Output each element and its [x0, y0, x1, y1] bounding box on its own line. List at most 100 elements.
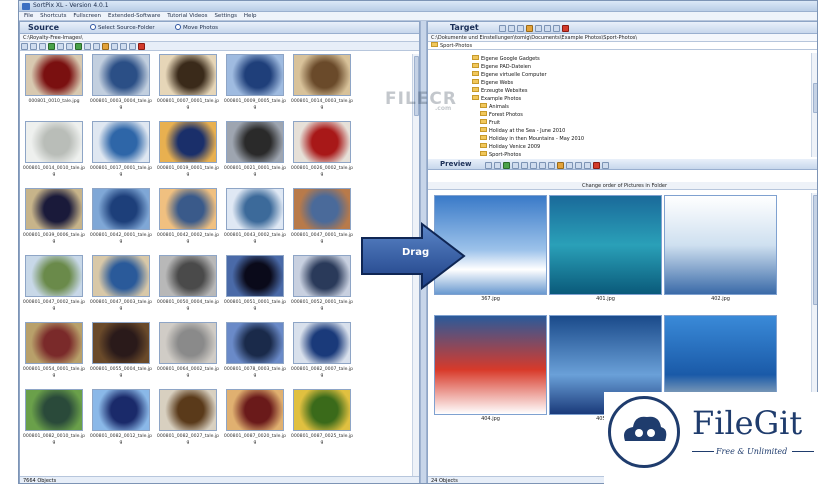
- list-icon[interactable]: [548, 162, 555, 169]
- source-thumbnail[interactable]: 000801_0051_0001_tale.jpg: [223, 255, 287, 319]
- source-thumbnail[interactable]: 000801_0007_0001_tale.jpg: [156, 54, 220, 118]
- menu-fullscreen[interactable]: Fullscreen: [73, 12, 101, 21]
- preview-scroll-thumb[interactable]: [813, 195, 817, 305]
- check-icon[interactable]: [485, 162, 492, 169]
- source-thumbnail[interactable]: 000801_0047_0003_tale.jpg: [89, 255, 153, 319]
- menu-shortcuts[interactable]: Shortcuts: [40, 12, 66, 21]
- new-folder-icon[interactable]: [499, 25, 506, 32]
- source-path[interactable]: C:\Royalty-Free-Images\: [20, 34, 419, 42]
- tree-node[interactable]: Animals: [480, 103, 509, 111]
- zoom-icon[interactable]: [84, 43, 91, 50]
- copy-icon[interactable]: [111, 43, 118, 50]
- uncheck-icon[interactable]: [494, 162, 501, 169]
- target-path[interactable]: C:\Dokumente und Einstellungen\tomlg\Doc…: [428, 34, 817, 42]
- tree-node[interactable]: Forest Photos: [480, 111, 523, 119]
- paste-icon[interactable]: [544, 25, 551, 32]
- source-thumbnail[interactable]: 000801_0087_0025_tale.jpg: [290, 389, 354, 453]
- list-icon[interactable]: [93, 43, 100, 50]
- tree-scrollbar[interactable]: [811, 53, 817, 157]
- paste-icon[interactable]: [575, 162, 582, 169]
- tree-node[interactable]: Erzeugte Websites: [472, 87, 527, 95]
- preview-item[interactable]: 404.jpg: [434, 315, 547, 430]
- undo-icon[interactable]: [553, 25, 560, 32]
- tree-node[interactable]: Eigene virtuelle Computer: [472, 71, 547, 79]
- source-thumbnail[interactable]: 000801_0043_0002_tale.jpg: [223, 188, 287, 252]
- thumbnail-caption: 000801_0051_0001_tale.jpg: [223, 300, 287, 311]
- source-thumbnail[interactable]: 000801_0042_0001_tale.jpg: [89, 188, 153, 252]
- forward-icon[interactable]: [530, 162, 537, 169]
- source-thumbnail[interactable]: 000801_0042_0002_tale.jpg: [156, 188, 220, 252]
- source-thumbnail[interactable]: 000801_0009_0005_tale.jpg: [223, 54, 287, 118]
- source-thumbnail[interactable]: 000801_0052_0001_tale.jpg: [290, 255, 354, 319]
- source-thumbnail[interactable]: 000801_0003_0004_tale.jpg: [89, 54, 153, 118]
- source-thumbnail[interactable]: 000801_0055_0004_tale.jpg: [89, 322, 153, 386]
- target-selected-folder[interactable]: Sport-Photos: [428, 42, 817, 50]
- delete-icon[interactable]: [138, 43, 145, 50]
- tree-node[interactable]: Example Photos: [472, 95, 521, 103]
- source-thumbnail[interactable]: 000801_0021_0001_tale.jpg: [223, 121, 287, 185]
- tree-node[interactable]: Holiday in then Mountains - May 2010: [480, 135, 584, 143]
- tree-node[interactable]: Eigene Webs: [472, 79, 513, 87]
- zoom-icon[interactable]: [539, 162, 546, 169]
- source-thumbnail[interactable]: 000801_0014_0010_tale.jpg: [22, 121, 86, 185]
- menu-settings[interactable]: Settings: [214, 12, 237, 21]
- source-thumbnail[interactable]: 000801_0082_0010_tale.jpg: [22, 389, 86, 453]
- source-thumbnail[interactable]: 000801_0039_0006_tale.jpg: [22, 188, 86, 252]
- back-icon[interactable]: [521, 162, 528, 169]
- uncheck-icon[interactable]: [30, 43, 37, 50]
- source-thumbnail[interactable]: 000801_0026_0002_tale.jpg: [290, 121, 354, 185]
- source-thumbnail[interactable]: 000801_0082_0007_tale.jpg: [290, 322, 354, 386]
- paste-icon[interactable]: [120, 43, 127, 50]
- copy-icon[interactable]: [566, 162, 573, 169]
- preview-item[interactable]: 401.jpg: [549, 195, 662, 310]
- delete-icon[interactable]: [593, 162, 600, 169]
- tree-node[interactable]: Holiday Venice 2009: [480, 143, 540, 151]
- select-source-folder-option[interactable]: Select Source-Folder: [90, 24, 155, 31]
- menu-tutorial-videos[interactable]: Tutorial Videos: [167, 12, 207, 21]
- folder-icon[interactable]: [557, 162, 564, 169]
- delete-icon[interactable]: [562, 25, 569, 32]
- grid-icon[interactable]: [39, 43, 46, 50]
- source-thumbnail[interactable]: 000801_0087_0020_tale.jpg: [223, 389, 287, 453]
- tree-node[interactable]: Eigene Google Gadgets: [472, 55, 540, 63]
- menu-help[interactable]: Help: [244, 12, 257, 21]
- tree-scroll-thumb[interactable]: [813, 83, 817, 113]
- folder-icon[interactable]: [102, 43, 109, 50]
- check-icon[interactable]: [21, 43, 28, 50]
- settings-icon[interactable]: [129, 43, 136, 50]
- rotate-icon[interactable]: [512, 162, 519, 169]
- refresh-icon[interactable]: [503, 162, 510, 169]
- rotate-icon[interactable]: [57, 43, 64, 50]
- tree-node[interactable]: Fruit: [480, 119, 500, 127]
- source-thumbnail[interactable]: 000801_0047_0002_tale.jpg: [22, 255, 86, 319]
- source-thumbnail[interactable]: 000801_0064_0002_tale.jpg: [156, 322, 220, 386]
- tree-node[interactable]: Eigene PAD-Dateien: [472, 63, 531, 71]
- menu-extended-software[interactable]: Extended-Software: [108, 12, 160, 21]
- source-thumbnail[interactable]: 000801_0082_0012_tale.jpg: [89, 389, 153, 453]
- source-thumbnail[interactable]: 000801_0019_0001_tale.jpg: [156, 121, 220, 185]
- source-thumbnail[interactable]: 000801_0014_0003_tale.jpg: [290, 54, 354, 118]
- refresh-icon[interactable]: [48, 43, 55, 50]
- folder-icon[interactable]: [526, 25, 533, 32]
- source-thumbnail[interactable]: 000801_0054_0001_tale.jpg: [22, 322, 86, 386]
- thumbnail-image: [25, 121, 83, 163]
- move-icon[interactable]: [508, 25, 515, 32]
- source-thumbnail[interactable]: 000801_0082_0027_tale.jpg: [156, 389, 220, 453]
- zoom-icon[interactable]: [517, 25, 524, 32]
- move-photos-option[interactable]: Move Photos: [175, 24, 218, 31]
- source-thumbnail[interactable]: 000801_0050_0004_tale.jpg: [156, 255, 220, 319]
- grid-icon[interactable]: [602, 162, 609, 169]
- source-thumbnail[interactable]: 000801_0010_tale.jpg: [22, 54, 86, 118]
- preview-item[interactable]: 402.jpg: [664, 195, 777, 310]
- source-thumbnail[interactable]: 000801_0078_0003_tale.jpg: [223, 322, 287, 386]
- forward-icon[interactable]: [75, 43, 82, 50]
- source-thumbnail[interactable]: 000801_0017_0001_tale.jpg: [89, 121, 153, 185]
- copy-icon[interactable]: [535, 25, 542, 32]
- tree-node[interactable]: Sport-Photos: [480, 151, 521, 157]
- source-thumbnail[interactable]: 000801_0047_0001_tale.jpg: [290, 188, 354, 252]
- tree-node[interactable]: Holiday at the Sea - June 2010: [480, 127, 565, 135]
- settings-icon[interactable]: [584, 162, 591, 169]
- menu-file[interactable]: File: [24, 12, 33, 21]
- change-order-button[interactable]: Change order of Pictures in Folder: [428, 182, 817, 190]
- back-icon[interactable]: [66, 43, 73, 50]
